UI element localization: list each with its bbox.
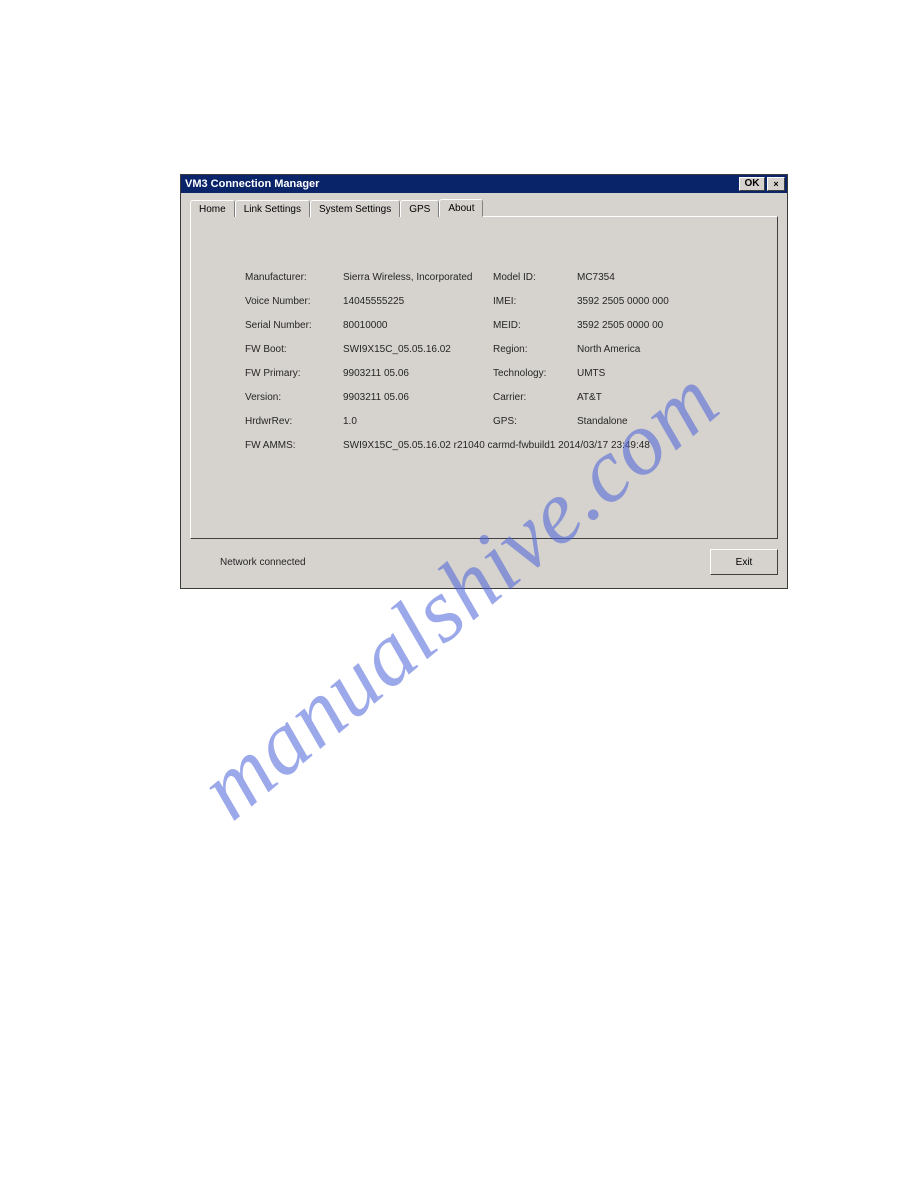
status-area: Network connected Exit — [190, 545, 778, 579]
model-id-label: Model ID: — [493, 272, 567, 283]
tab-about[interactable]: About — [439, 199, 483, 217]
window-title: VM3 Connection Manager — [185, 178, 319, 190]
technology-value: UMTS — [577, 368, 727, 379]
tab-link-settings[interactable]: Link Settings — [235, 200, 310, 217]
row-hw-rev: HrdwrRev: 1.0 GPS: Standalone — [245, 409, 767, 433]
row-fw-primary: FW Primary: 9903211 05.06 Technology: UM… — [245, 361, 767, 385]
row-version: Version: 9903211 05.06 Carrier: AT&T — [245, 385, 767, 409]
row-serial-number: Serial Number: 80010000 MEID: 3592 2505 … — [245, 313, 767, 337]
fw-primary-value: 9903211 05.06 — [343, 368, 483, 379]
titlebar-buttons: OK × — [739, 177, 785, 191]
imei-value: 3592 2505 0000 000 — [577, 296, 727, 307]
meid-label: MEID: — [493, 320, 567, 331]
hw-rev-label: HrdwrRev: — [245, 416, 333, 427]
fw-amms-label: FW AMMS: — [245, 440, 333, 451]
tab-system-settings[interactable]: System Settings — [310, 200, 400, 217]
titlebar: VM3 Connection Manager OK × — [181, 175, 787, 193]
hw-rev-value: 1.0 — [343, 416, 483, 427]
fw-boot-value: SWI9X15C_05.05.16.02 — [343, 344, 483, 355]
voice-number-value: 14045555225 — [343, 296, 483, 307]
voice-number-label: Voice Number: — [245, 296, 333, 307]
manufacturer-label: Manufacturer: — [245, 272, 333, 283]
fw-boot-label: FW Boot: — [245, 344, 333, 355]
gps-value: Standalone — [577, 416, 727, 427]
row-voice-number: Voice Number: 14045555225 IMEI: 3592 250… — [245, 289, 767, 313]
version-label: Version: — [245, 392, 333, 403]
app-window: VM3 Connection Manager OK × Home Link Se… — [180, 174, 788, 589]
client-area: Home Link Settings System Settings GPS A… — [184, 196, 784, 585]
meid-value: 3592 2505 0000 00 — [577, 320, 727, 331]
region-value: North America — [577, 344, 727, 355]
fw-primary-label: FW Primary: — [245, 368, 333, 379]
technology-label: Technology: — [493, 368, 567, 379]
version-value: 9903211 05.06 — [343, 392, 483, 403]
carrier-label: Carrier: — [493, 392, 567, 403]
serial-number-value: 80010000 — [343, 320, 483, 331]
exit-button[interactable]: Exit — [710, 549, 778, 575]
tabs-row: Home Link Settings System Settings GPS A… — [184, 196, 784, 216]
status-text: Network connected — [190, 557, 306, 568]
fw-amms-value: SWI9X15C_05.05.16.02 r21040 carmd-fwbuil… — [343, 440, 743, 451]
manufacturer-value: Sierra Wireless, Incorporated — [343, 272, 483, 283]
row-fw-amms: FW AMMS: SWI9X15C_05.05.16.02 r21040 car… — [245, 433, 767, 457]
tab-panel-about: Manufacturer: Sierra Wireless, Incorpora… — [190, 216, 778, 539]
ok-button[interactable]: OK — [739, 177, 765, 191]
about-fields: Manufacturer: Sierra Wireless, Incorpora… — [245, 265, 767, 457]
tab-gps[interactable]: GPS — [400, 200, 439, 217]
row-manufacturer: Manufacturer: Sierra Wireless, Incorpora… — [245, 265, 767, 289]
model-id-value: MC7354 — [577, 272, 727, 283]
tab-home[interactable]: Home — [190, 200, 235, 217]
imei-label: IMEI: — [493, 296, 567, 307]
close-icon: × — [773, 180, 778, 189]
row-fw-boot: FW Boot: SWI9X15C_05.05.16.02 Region: No… — [245, 337, 767, 361]
gps-label: GPS: — [493, 416, 567, 427]
close-button[interactable]: × — [767, 177, 785, 191]
carrier-value: AT&T — [577, 392, 727, 403]
region-label: Region: — [493, 344, 567, 355]
serial-number-label: Serial Number: — [245, 320, 333, 331]
